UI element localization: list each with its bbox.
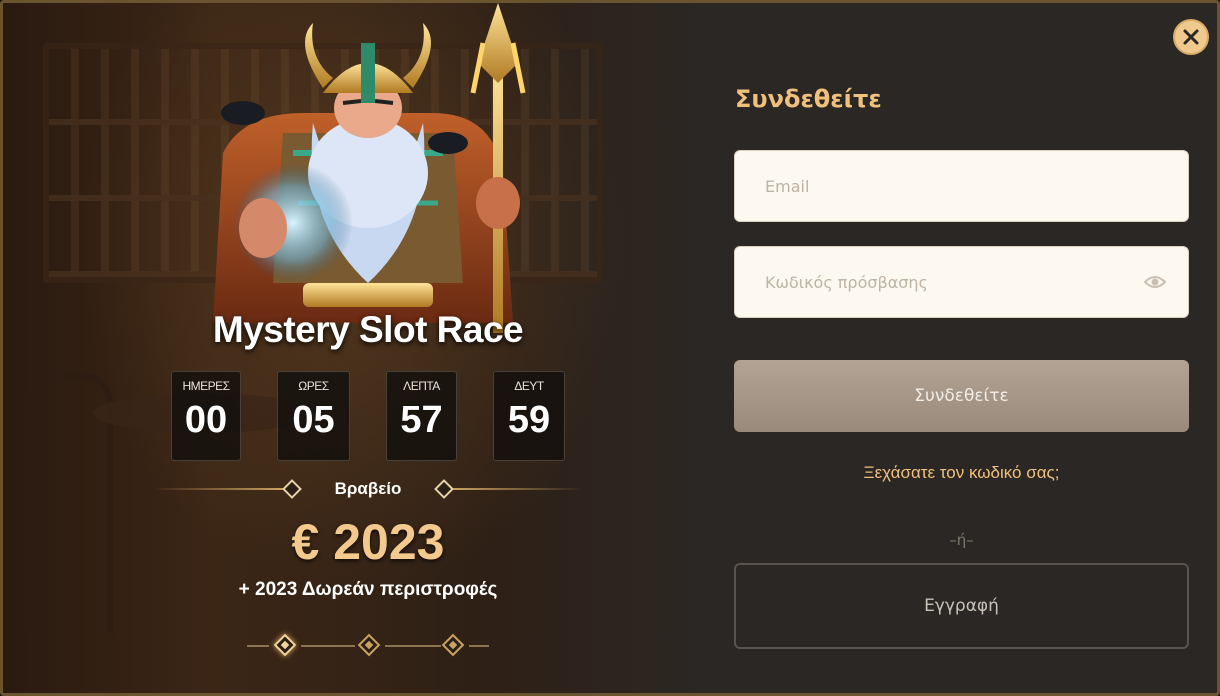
prize-free-spins: + 2023 Δωρεάν περιστροφές xyxy=(238,579,498,600)
pager-divider xyxy=(301,645,355,647)
close-button[interactable] xyxy=(1173,19,1209,55)
carousel-dot-2[interactable] xyxy=(357,633,381,657)
email-input[interactable] xyxy=(765,151,1145,221)
countdown-seconds-value: 59 xyxy=(507,399,551,441)
promo-title: Mystery Slot Race xyxy=(212,309,524,350)
viking-character-illustration xyxy=(213,3,526,333)
countdown-days: ΗΜΕΡΕΣ 00 xyxy=(171,371,241,461)
countdown-minutes-label: ΛΕΠΤΑ xyxy=(403,379,440,393)
login-modal: Mystery Slot Race ΗΜΕΡΕΣ 00 ΩΡΕΣ 05 ΛΕΠΤ… xyxy=(0,0,1220,696)
promo-panel: Mystery Slot Race ΗΜΕΡΕΣ 00 ΩΡΕΣ 05 ΛΕΠΤ… xyxy=(3,3,703,693)
countdown-seconds: ΔΕΥΤ 59 xyxy=(493,371,565,461)
pager-divider xyxy=(247,645,269,647)
login-title: Συνδεθείτε xyxy=(735,85,882,113)
login-form-panel: Συνδεθείτε Συνδεθείτε Ξεχάσατε τον κωδικ… xyxy=(703,3,1217,693)
login-submit-button[interactable]: Συνδεθείτε xyxy=(734,360,1189,432)
countdown-minutes-value: 57 xyxy=(400,399,443,441)
carousel-pagination xyxy=(243,631,493,661)
register-button[interactable]: Εγγραφή xyxy=(734,563,1189,649)
password-input[interactable] xyxy=(765,247,1145,317)
pager-divider xyxy=(385,645,441,647)
countdown-seconds-label: ΔΕΥΤ xyxy=(514,379,544,393)
carousel-dot-1[interactable] xyxy=(273,633,297,657)
prize-divider-right xyxy=(453,488,583,490)
carousel-dot-3[interactable] xyxy=(441,633,465,657)
or-separator: –ή– xyxy=(949,531,974,549)
countdown-hours-label: ΩΡΕΣ xyxy=(298,379,329,393)
countdown-minutes: ΛΕΠΤΑ 57 xyxy=(386,371,457,461)
close-icon xyxy=(1183,29,1199,45)
countdown-hours-value: 05 xyxy=(292,399,335,441)
prize-amount: € 2023 xyxy=(291,514,445,570)
countdown-hours: ΩΡΕΣ 05 xyxy=(277,371,350,461)
prize-header: Βραβείο xyxy=(153,475,583,503)
countdown-days-label: ΗΜΕΡΕΣ xyxy=(182,379,230,393)
countdown-days-value: 00 xyxy=(184,399,228,441)
forgot-password-link[interactable]: Ξεχάσατε τον κωδικό σας; xyxy=(734,463,1189,483)
password-field xyxy=(734,246,1189,318)
email-field xyxy=(734,150,1189,222)
countdown-timer: ΗΜΕΡΕΣ 00 ΩΡΕΣ 05 ΛΕΠΤΑ 57 ΔΕΥΤ 59 xyxy=(3,371,703,461)
pager-divider xyxy=(469,645,489,647)
eye-icon[interactable] xyxy=(1144,272,1166,292)
